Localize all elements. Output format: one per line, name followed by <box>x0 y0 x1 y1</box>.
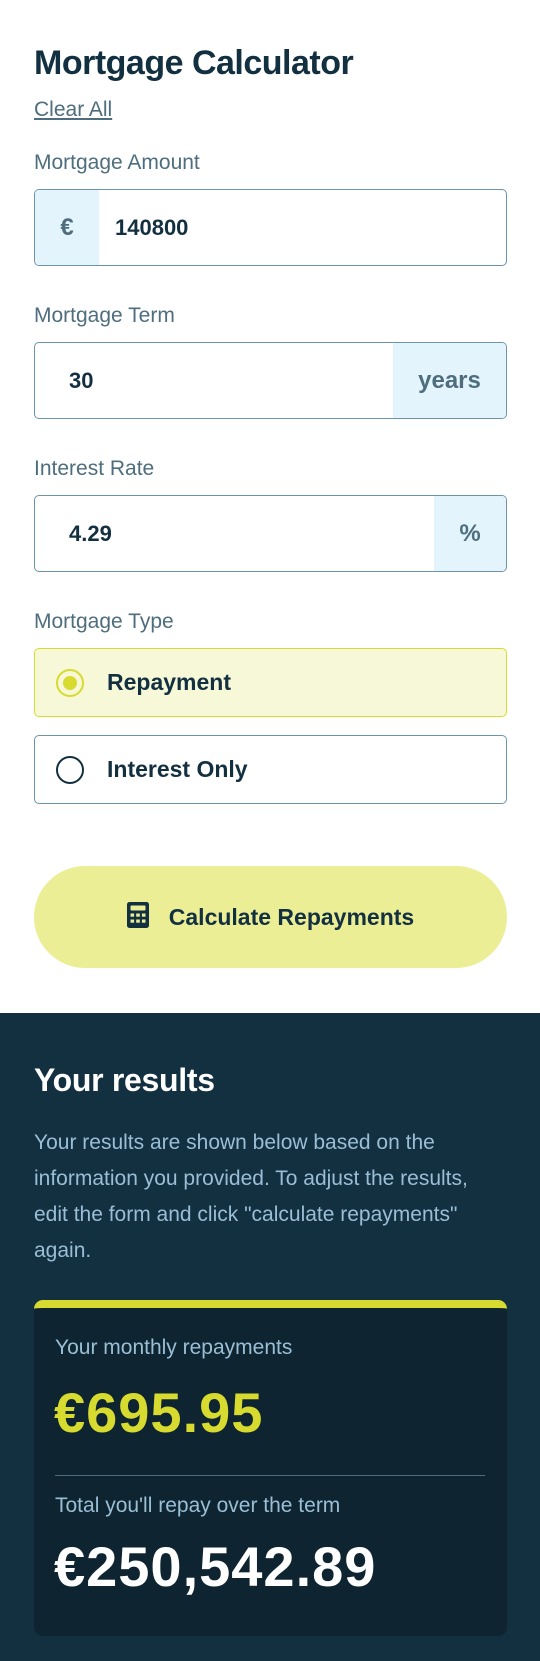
mortgage-amount-field[interactable]: € 140800 <box>34 189 507 266</box>
results-card: Your monthly repayments €695.95 Total yo… <box>34 1300 507 1636</box>
results-description: Your results are shown below based on th… <box>34 1131 468 1262</box>
interest-rate-input[interactable]: 4.29 <box>35 496 434 571</box>
mortgage-term-field[interactable]: 30 years <box>34 342 507 419</box>
mortgage-amount-input[interactable]: 140800 <box>99 190 506 265</box>
calculate-repayments-button[interactable]: Calculate Repayments <box>34 866 507 968</box>
mortgage-type-label: Mortgage Type <box>34 610 174 633</box>
calculator-icon <box>126 901 149 933</box>
results-title: Your results <box>34 1062 215 1098</box>
radio-selected-icon[interactable] <box>56 668 84 697</box>
term-suffix: years <box>393 343 506 418</box>
total-repay-label: Total you'll repay over the term <box>55 1494 341 1517</box>
currency-prefix: € <box>35 190 99 265</box>
radio-label-repayment: Repayment <box>107 669 231 695</box>
percent-suffix: % <box>434 496 506 571</box>
radio-option-repayment[interactable]: Repayment <box>34 648 507 717</box>
monthly-repayments-value: €695.95 <box>54 1381 264 1444</box>
total-repay-value: €250,542.89 <box>54 1535 377 1598</box>
clear-all-link[interactable]: Clear All <box>34 98 112 122</box>
interest-rate-field[interactable]: 4.29 % <box>34 495 507 572</box>
results-divider <box>55 1475 485 1476</box>
interest-rate-label: Interest Rate <box>34 457 155 480</box>
page-title: Mortgage Calculator <box>34 44 354 82</box>
calculator-panel: Mortgage Calculator Clear All Mortgage A… <box>0 0 540 1013</box>
calculate-repayments-label: Calculate Repayments <box>168 903 415 930</box>
radio-option-interest-only[interactable]: Interest Only <box>34 735 507 804</box>
mortgage-term-label: Mortgage Term <box>34 304 175 327</box>
mortgage-term-input[interactable]: 30 <box>35 343 393 418</box>
monthly-repayments-label: Your monthly repayments <box>55 1336 293 1359</box>
radio-label-interest-only: Interest Only <box>107 756 248 782</box>
radio-unselected-icon[interactable] <box>56 755 84 784</box>
results-panel: Your results Your results are shown belo… <box>0 1013 540 1661</box>
mortgage-amount-label: Mortgage Amount <box>34 151 200 174</box>
